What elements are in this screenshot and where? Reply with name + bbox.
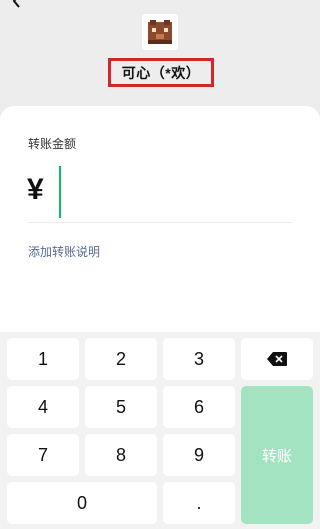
payee-highlight: 可心（*欢） xyxy=(108,58,214,87)
key-4[interactable]: 4 xyxy=(7,386,79,428)
key-6[interactable]: 6 xyxy=(163,386,235,428)
chevron-left-icon[interactable] xyxy=(10,0,24,8)
key-3[interactable]: 3 xyxy=(163,338,235,380)
amount-label: 转账金额 xyxy=(28,137,77,151)
key-9[interactable]: 9 xyxy=(163,434,235,476)
key-2[interactable]: 2 xyxy=(85,338,157,380)
key-7[interactable]: 7 xyxy=(7,434,79,476)
payee-name: 可心（*欢） xyxy=(121,64,201,81)
backspace-icon xyxy=(267,352,287,366)
key-0[interactable]: 0 xyxy=(7,482,157,524)
add-transfer-note-link[interactable]: 添加转账说明 xyxy=(28,243,100,260)
key-8[interactable]: 8 xyxy=(85,434,157,476)
amount-input-caret[interactable] xyxy=(59,166,61,218)
key-5[interactable]: 5 xyxy=(85,386,157,428)
key-decimal[interactable]: . xyxy=(163,482,235,524)
transfer-card: 转账金额 ¥ 添加转账说明 xyxy=(0,106,320,346)
numeric-keypad: 1 2 3 4 5 6 7 8 9 0 . 转账 xyxy=(0,332,320,529)
backspace-key[interactable] xyxy=(241,338,313,380)
key-1[interactable]: 1 xyxy=(7,338,79,380)
amount-divider xyxy=(28,222,292,223)
transfer-button[interactable]: 转账 xyxy=(241,386,313,524)
avatar xyxy=(142,14,178,50)
currency-symbol: ¥ xyxy=(27,173,44,206)
